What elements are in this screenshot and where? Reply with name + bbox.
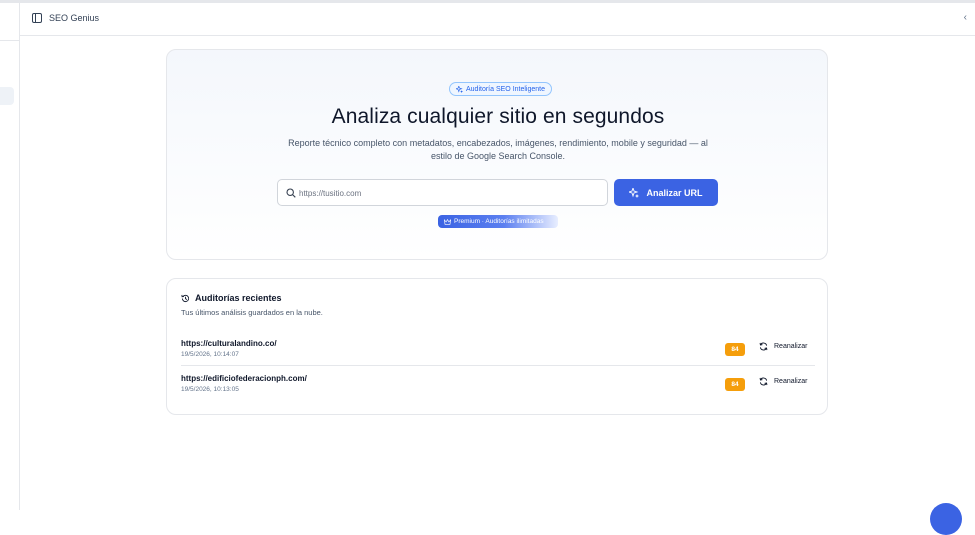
- feature-badge: Auditoría SEO Inteligente: [449, 82, 552, 96]
- premium-label: Premium · Auditorías ilimitadas: [454, 218, 544, 225]
- audit-url[interactable]: https://culturalandino.co/: [181, 339, 277, 348]
- reanalyze-button[interactable]: Reanalizar: [759, 377, 807, 386]
- app-title: SEO Genius: [49, 13, 100, 23]
- sidebar-toggle-icon[interactable]: [32, 13, 42, 23]
- analyze-url-button[interactable]: Analizar URL: [614, 179, 718, 206]
- premium-badge[interactable]: Premium · Auditorías ilimitadas: [438, 215, 558, 228]
- chevron-left-icon[interactable]: ‹: [964, 12, 967, 23]
- analyze-url-label: Analizar URL: [646, 187, 703, 198]
- recent-audits-card: Auditorías recientes Tus últimos análisi…: [166, 278, 828, 415]
- sparkles-icon: [629, 187, 640, 198]
- reanalyze-label: Reanalizar: [774, 378, 808, 385]
- history-icon: [181, 294, 190, 302]
- hero-card: Auditoría SEO Inteligente Analiza cualqu…: [166, 49, 828, 260]
- crown-icon: [444, 218, 451, 225]
- sidebar-divider: [0, 40, 20, 41]
- hero-title: Analiza cualquier sitio en segundos: [331, 105, 665, 128]
- score-badge: 84: [725, 378, 745, 391]
- audit-url[interactable]: https://edificiofederacionph.com/: [181, 374, 307, 383]
- score-badge: 84: [725, 343, 745, 356]
- audit-date: 19/5/2026, 10:14:07: [181, 351, 239, 358]
- audit-date: 19/5/2026, 10:13:05: [181, 386, 239, 393]
- recent-audits-description: Tus últimos análisis guardados en la nub…: [181, 308, 323, 317]
- sparkles-icon: [456, 85, 463, 93]
- refresh-icon: [759, 377, 768, 386]
- audit-row[interactable]: https://edificiofederacionph.com/ 19/5/2…: [181, 374, 815, 404]
- url-input[interactable]: [299, 185, 599, 201]
- hero-subtitle: Reporte técnico completo con metadatos, …: [288, 138, 708, 161]
- sidebar-item-active[interactable]: [0, 87, 14, 105]
- recent-audits-header: Auditorías recientes: [181, 293, 282, 303]
- app-header: SEO Genius ‹: [20, 3, 975, 36]
- reanalyze-label: Reanalizar: [774, 343, 808, 350]
- refresh-icon: [759, 342, 768, 351]
- floating-action-button[interactable]: [930, 503, 962, 535]
- row-divider: [181, 365, 815, 366]
- recent-audits-title: Auditorías recientes: [195, 293, 282, 303]
- search-icon: [286, 188, 296, 198]
- sidebar: [0, 3, 20, 510]
- reanalyze-button[interactable]: Reanalizar: [759, 342, 807, 351]
- feature-badge-label: Auditoría SEO Inteligente: [466, 85, 545, 93]
- url-field[interactable]: [277, 179, 608, 206]
